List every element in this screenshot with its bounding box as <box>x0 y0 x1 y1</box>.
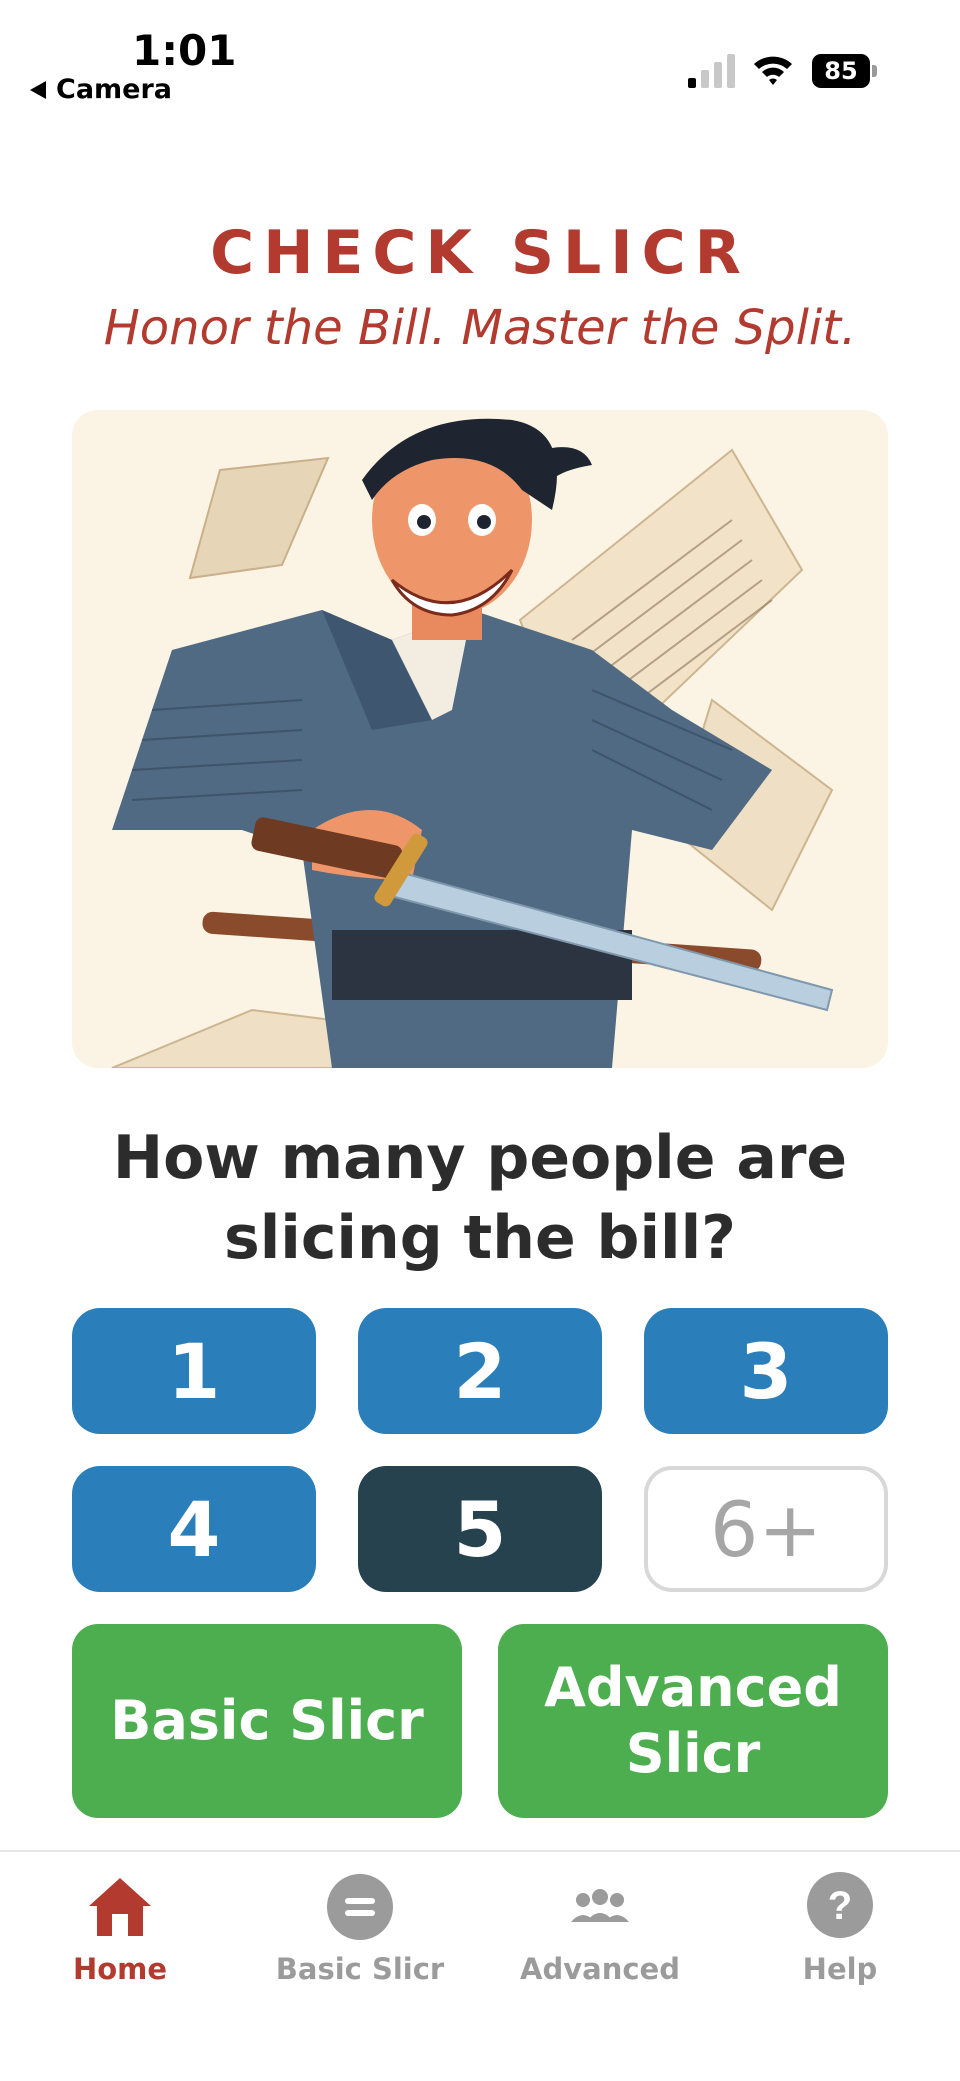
people-option-1[interactable]: 1 <box>72 1308 316 1434</box>
home-icon <box>89 1878 151 1936</box>
tab-basic-slicr-label: Basic Slicr <box>275 1952 445 1986</box>
people-count-question: How many people are slicing the bill? <box>112 1123 848 1273</box>
cellular-signal-icon <box>688 54 735 88</box>
back-arrow-icon <box>30 80 46 99</box>
bottom-tab-bar: Home Basic Slicr Advanced ? Help <box>0 1850 960 2081</box>
help-icon: ? <box>807 1872 873 1938</box>
tab-basic-slicr[interactable]: Basic Slicr <box>240 1872 480 1986</box>
tab-advanced-label: Advanced <box>520 1952 680 1986</box>
advanced-slicr-label: Advanced Slicr <box>544 1656 842 1785</box>
battery-cap <box>872 65 877 77</box>
people-option-4[interactable]: 4 <box>72 1466 316 1592</box>
app-tagline: Honor the Bill. Master the Split. <box>103 300 857 356</box>
basic-slicr-button[interactable]: Basic Slicr <box>72 1624 462 1818</box>
hero-samurai-illustration <box>72 410 888 1068</box>
people-option-5-selected[interactable]: 5 <box>358 1466 602 1592</box>
wifi-icon <box>754 56 792 85</box>
battery-level: 85 <box>812 54 870 88</box>
tab-help-label: Help <box>802 1952 878 1986</box>
people-option-3[interactable]: 3 <box>644 1308 888 1434</box>
status-time: 1:01 <box>132 26 237 75</box>
app-title: CHECK SLICR <box>210 218 750 288</box>
basic-slicr-label: Basic Slicr <box>110 1689 424 1752</box>
svg-text:?: ? <box>828 1884 852 1928</box>
people-option-2[interactable]: 2 <box>358 1308 602 1434</box>
tab-home[interactable]: Home <box>0 1872 240 1986</box>
back-to-camera-link[interactable]: Camera <box>30 74 172 105</box>
tab-advanced[interactable]: Advanced <box>480 1872 720 1986</box>
tab-home-label: Home <box>72 1952 168 1986</box>
back-label: Camera <box>56 74 173 105</box>
group-icon <box>571 1889 629 1922</box>
advanced-slicr-button[interactable]: Advanced Slicr <box>498 1624 888 1818</box>
battery-indicator: 85 <box>812 54 878 88</box>
people-option-6-plus[interactable]: 6+ <box>644 1466 888 1592</box>
tab-help[interactable]: ? Help <box>720 1872 960 1986</box>
equals-icon <box>327 1874 393 1940</box>
